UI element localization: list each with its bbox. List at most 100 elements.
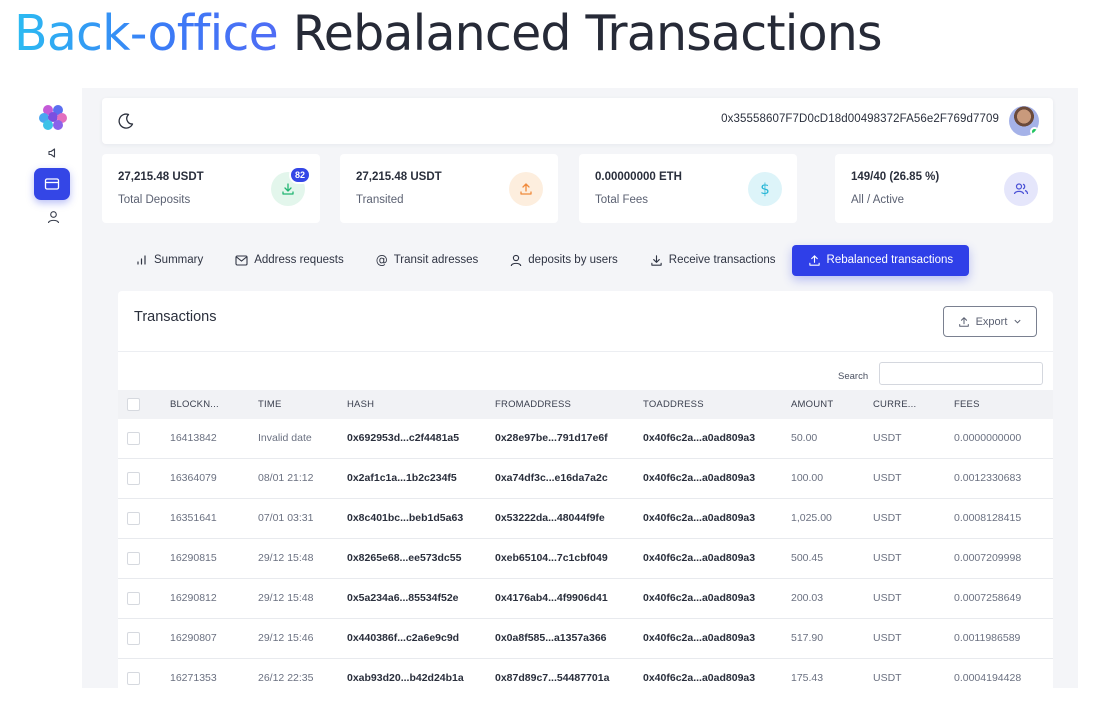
stat-card-total-fees: 0.00000000 ETH Total Fees $ <box>579 154 797 223</box>
stat-label: All / Active <box>851 194 905 206</box>
table-cell: 0.0004194428 <box>954 672 1022 684</box>
table-cell: 0x440386f...c2a6e9c9d <box>347 632 460 644</box>
stat-card-total-deposits: 27,215.48 USDT Total Deposits 82 <box>102 154 320 223</box>
table-cell: 517.90 <box>791 632 824 644</box>
row-checkbox[interactable] <box>127 552 140 565</box>
column-header[interactable]: TOADDRESS <box>643 399 704 410</box>
stat-card-all-active: 149/40 (26.85 %) All / Active <box>835 154 1053 223</box>
table-cell: USDT <box>873 512 902 524</box>
mail-icon <box>235 254 248 266</box>
avatar[interactable] <box>1009 106 1039 136</box>
hero-title: Back-office Rebalanced Transactions <box>14 2 883 66</box>
table-cell: 29/12 15:48 <box>258 552 314 564</box>
table-cell: 16364079 <box>170 472 217 484</box>
table-cell: USDT <box>873 672 902 684</box>
table-cell: 0x4176ab4...4f9906d41 <box>495 592 608 604</box>
table-cell: 0.0007209998 <box>954 552 1022 564</box>
tab-bar: Summary Address requests @ Transit adres… <box>118 244 970 276</box>
table-cell: 16290812 <box>170 592 217 604</box>
row-checkbox[interactable] <box>127 432 140 445</box>
table-cell: 16290815 <box>170 552 217 564</box>
export-button[interactable]: Export <box>943 306 1037 337</box>
wallet-nav-button[interactable] <box>34 168 70 200</box>
table-cell: 0x87d89c7...54487701a <box>495 672 610 684</box>
tab-receive-transactions[interactable]: Receive transactions <box>634 245 792 276</box>
dark-mode-moon-icon[interactable] <box>116 111 136 131</box>
column-header[interactable]: FEES <box>954 399 980 410</box>
online-status-dot <box>1030 127 1039 136</box>
table-cell: 0x8c401bc...beb1d5a63 <box>347 512 464 524</box>
card-title: Transactions <box>134 309 217 325</box>
table-cell: 0xab93d20...b42d24b1a <box>347 672 464 684</box>
table-row[interactable]: 16351641 07/01 03:31 0x8c401bc...beb1d5a63… <box>118 499 1053 539</box>
table-row[interactable]: 16290807 29/12 15:46 0x440386f...c2a6e9c9d… <box>118 619 1053 659</box>
table-cell: 07/01 03:31 <box>258 512 314 524</box>
table-cell: 0xa74df3c...e16da7a2c <box>495 472 608 484</box>
table-cell: 200.03 <box>791 592 824 604</box>
column-header[interactable]: HASH <box>347 399 374 410</box>
users-icon <box>1004 172 1038 206</box>
tab-deposits-by-users[interactable]: deposits by users <box>494 245 634 276</box>
row-checkbox[interactable] <box>127 672 140 685</box>
download-icon: 82 <box>271 166 311 206</box>
table-cell: 0.0008128415 <box>954 512 1022 524</box>
table-cell: 0x40f6c2a...a0ad809a3 <box>643 632 756 644</box>
tab-summary[interactable]: Summary <box>118 245 219 276</box>
row-checkbox[interactable] <box>127 592 140 605</box>
table-cell: 1,025.00 <box>791 512 832 524</box>
table-cell: USDT <box>873 472 902 484</box>
row-checkbox[interactable] <box>127 512 140 525</box>
table-cell: 0x40f6c2a...a0ad809a3 <box>643 432 756 444</box>
select-all-checkbox[interactable] <box>127 398 140 411</box>
table-cell: 0x40f6c2a...a0ad809a3 <box>643 592 756 604</box>
speaker-icon[interactable] <box>41 141 65 165</box>
table-cell: 0x40f6c2a...a0ad809a3 <box>643 512 756 524</box>
card-icon <box>44 178 60 190</box>
table-cell: 26/12 22:35 <box>258 672 314 684</box>
stat-label: Total Deposits <box>118 194 191 206</box>
table-cell: 29/12 15:48 <box>258 592 314 604</box>
table-cell: USDT <box>873 432 902 444</box>
tab-label: Transit adresses <box>393 254 479 266</box>
stat-value: 27,215.48 USDT <box>356 171 442 183</box>
app-panel: 0x35558607F7D0cD18d00498372FA56e2F769d77… <box>82 88 1078 688</box>
stat-card-transited: 27,215.48 USDT Transited <box>340 154 558 223</box>
table-row[interactable]: 16271353 26/12 22:35 0xab93d20...b42d24b1a… <box>118 659 1053 688</box>
table-row[interactable]: 16364079 08/01 21:12 0x2af1c1a...1b2c234f5… <box>118 459 1053 499</box>
table-cell: 0x0a8f585...a1357a366 <box>495 632 607 644</box>
column-header[interactable]: TIME <box>258 399 282 410</box>
user-nav-icon[interactable] <box>41 205 65 229</box>
row-checkbox[interactable] <box>127 632 140 645</box>
table-cell: 29/12 15:46 <box>258 632 314 644</box>
table-cell: 0.0011986589 <box>954 632 1021 644</box>
table-cell: 100.00 <box>791 472 824 484</box>
column-header[interactable]: AMOUNT <box>791 399 833 410</box>
search-input[interactable] <box>879 362 1043 385</box>
table-cell: 0x53222da...48044f9fe <box>495 512 605 524</box>
tab-rebalanced-transactions[interactable]: Rebalanced transactions <box>791 244 970 276</box>
tab-address-requests[interactable]: Address requests <box>219 245 360 276</box>
stat-value: 27,215.48 USDT <box>118 171 204 183</box>
table-row[interactable]: 16290815 29/12 15:48 0x8265e68...ee573dc55… <box>118 539 1053 579</box>
table-row[interactable]: 16413842 Invalid date 0x692953d...c2f4481a… <box>118 419 1053 459</box>
stat-label: Transited <box>356 194 404 206</box>
table-row[interactable]: 16290812 29/12 15:48 0x5a234a6...85534f52e… <box>118 579 1053 619</box>
hero-title-rest: Rebalanced Transactions <box>292 5 883 62</box>
table-cell: 16290807 <box>170 632 217 644</box>
column-header[interactable]: FROMADDRESS <box>495 399 571 410</box>
deposits-count-badge: 82 <box>288 166 311 184</box>
column-header[interactable]: BLOCKN... <box>170 399 219 410</box>
table-cell: 0x40f6c2a...a0ad809a3 <box>643 672 756 684</box>
column-header[interactable]: CURRE... <box>873 399 916 410</box>
table-cell: 0x692953d...c2f4481a5 <box>347 432 460 444</box>
chart-icon <box>137 255 146 265</box>
tab-transit-adresses[interactable]: @ Transit adresses <box>360 245 495 276</box>
table-cell: 0.0007258649 <box>954 592 1022 604</box>
tab-label: Summary <box>154 254 204 266</box>
table-cell: 0x2af1c1a...1b2c234f5 <box>347 472 457 484</box>
upload-icon <box>509 172 543 206</box>
upload-icon <box>958 316 969 327</box>
transactions-card: Transactions Export Search BLOCKN... TIM… <box>118 291 1053 688</box>
table-cell: USDT <box>873 592 902 604</box>
row-checkbox[interactable] <box>127 472 140 485</box>
